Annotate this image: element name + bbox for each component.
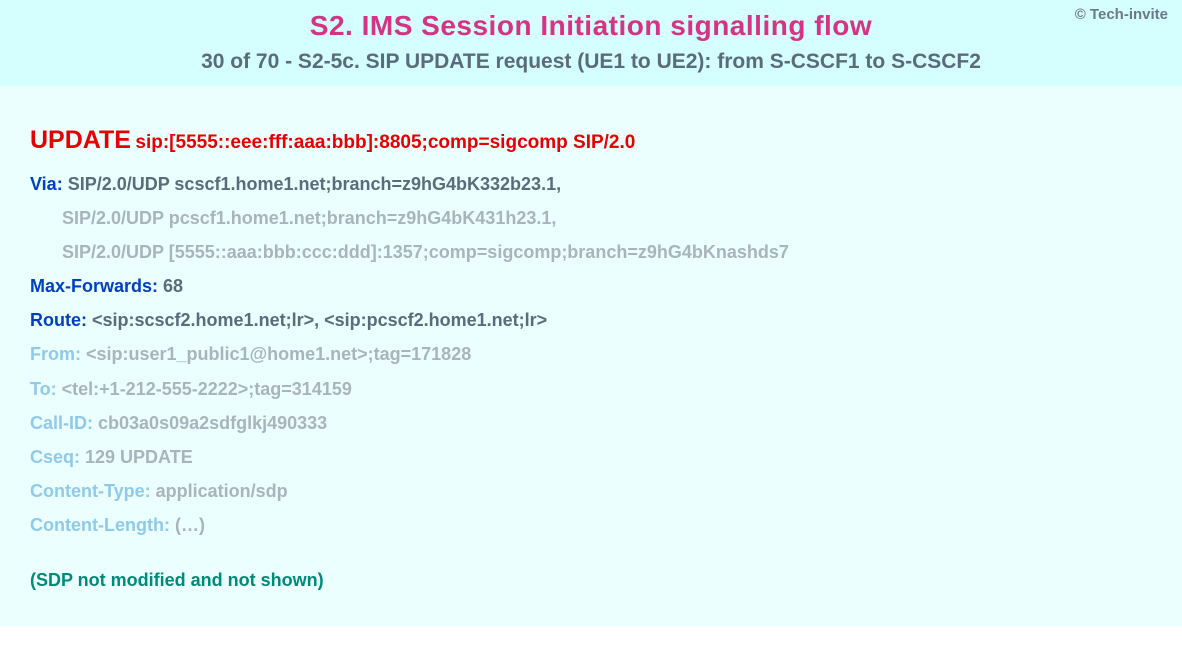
sip-method: UPDATE <box>30 126 131 154</box>
copyright: © Tech-invite <box>1075 6 1168 23</box>
content-length-header: Content-Length: (…) <box>30 512 1152 538</box>
call-id-label: Call-ID <box>30 413 87 433</box>
from-label: From <box>30 344 75 364</box>
via-cont-3: SIP/2.0/UDP [5555::aaa:bbb:ccc:ddd]:1357… <box>30 239 1152 265</box>
route-header: Route: <sip:scscf2.home1.net;lr>, <sip:p… <box>30 307 1152 333</box>
max-forwards-value: 68 <box>163 276 183 296</box>
content-type-value: application/sdp <box>156 481 288 501</box>
content-type-header: Content-Type: application/sdp <box>30 478 1152 504</box>
via-value-2: SIP/2.0/UDP pcscf1.home1.net;branch=z9hG… <box>62 208 556 228</box>
request-line: UPDATE sip:[5555::eee:fff:aaa:bbb]:8805;… <box>30 126 1152 155</box>
call-id-value: cb03a0s09a2sdfglkj490333 <box>98 413 327 433</box>
cseq-value: 129 UPDATE <box>85 447 193 467</box>
to-label: To <box>30 379 51 399</box>
cseq-label: Cseq <box>30 447 74 467</box>
via-value-1: SIP/2.0/UDP scscf1.home1.net;branch=z9hG… <box>68 174 561 194</box>
to-header: To: <tel:+1-212-555-2222>;tag=314159 <box>30 376 1152 402</box>
content-length-label: Content-Length <box>30 515 164 535</box>
request-uri: sip:[5555::eee:fff:aaa:bbb]:8805;comp=si… <box>135 132 635 153</box>
header: © Tech-invite S2. IMS Session Initiation… <box>0 0 1182 86</box>
call-id-header: Call-ID: cb03a0s09a2sdfglkj490333 <box>30 410 1152 436</box>
route-label: Route <box>30 310 81 330</box>
max-forwards-header: Max-Forwards: 68 <box>30 273 1152 299</box>
from-value: <sip:user1_public1@home1.net>;tag=171828 <box>86 344 471 364</box>
from-header: From: <sip:user1_public1@home1.net>;tag=… <box>30 341 1152 367</box>
cseq-header: Cseq: 129 UPDATE <box>30 444 1152 470</box>
via-label: Via <box>30 174 57 194</box>
via-header: Via: SIP/2.0/UDP scscf1.home1.net;branch… <box>30 171 1152 197</box>
sdp-note: (SDP not modified and not shown) <box>30 570 1152 591</box>
route-value: <sip:scscf2.home1.net;lr>, <sip:pcscf2.h… <box>92 310 547 330</box>
via-value-3: SIP/2.0/UDP [5555::aaa:bbb:ccc:ddd]:1357… <box>62 242 789 262</box>
page-subtitle: 30 of 70 - S2-5c. SIP UPDATE request (UE… <box>14 50 1168 74</box>
sip-message-body: UPDATE sip:[5555::eee:fff:aaa:bbb]:8805;… <box>0 86 1182 626</box>
page-title: S2. IMS Session Initiation signalling fl… <box>14 10 1168 42</box>
content-length-value: (…) <box>175 515 205 535</box>
to-value: <tel:+1-212-555-2222>;tag=314159 <box>62 379 352 399</box>
via-cont-2: SIP/2.0/UDP pcscf1.home1.net;branch=z9hG… <box>30 205 1152 231</box>
content-type-label: Content-Type <box>30 481 145 501</box>
max-forwards-label: Max-Forwards <box>30 276 152 296</box>
